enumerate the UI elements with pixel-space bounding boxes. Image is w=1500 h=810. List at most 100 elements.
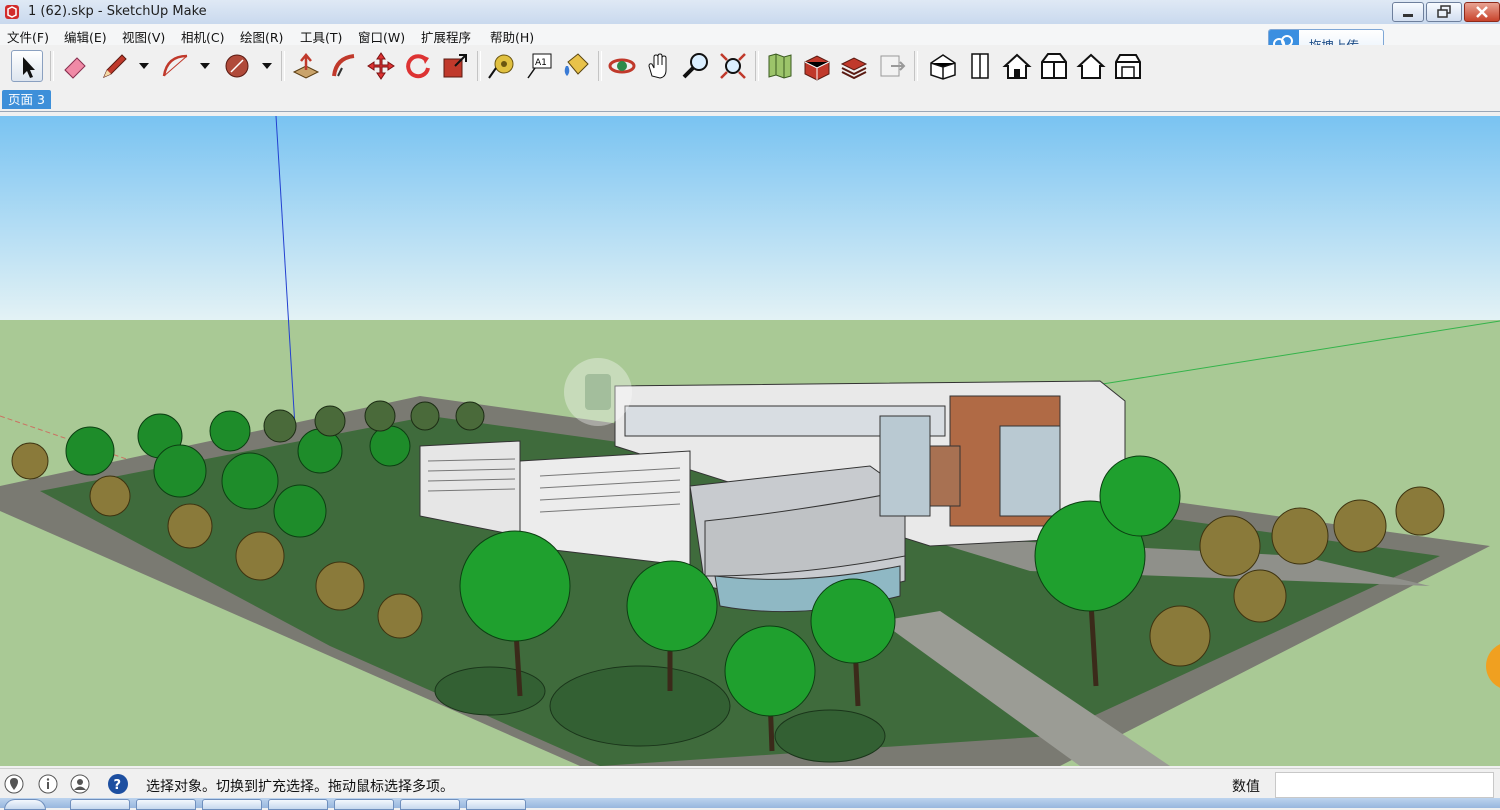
- scene-tab[interactable]: 页面 3: [2, 90, 51, 109]
- text-icon: A1: [527, 53, 552, 79]
- tape-measure-icon: [488, 54, 514, 79]
- right-view-icon: [1041, 53, 1067, 79]
- rotate-tool-button[interactable]: [402, 50, 434, 82]
- restore-icon: [1437, 5, 1451, 18]
- eraser-tool-button[interactable]: [59, 50, 91, 82]
- watermark-logo: [564, 358, 632, 426]
- move-tool-button[interactable]: [365, 50, 397, 82]
- pencil-icon: [103, 54, 127, 78]
- tape-measure-tool-button[interactable]: [486, 50, 518, 82]
- chevron-down-icon[interactable]: [260, 59, 274, 73]
- send-to-layout-button[interactable]: [876, 50, 908, 82]
- menu-file[interactable]: 文件(F): [7, 27, 49, 46]
- right-view-button[interactable]: [1038, 50, 1070, 82]
- toolbar-separator: [914, 51, 918, 81]
- taskbar-item[interactable]: [334, 799, 394, 810]
- measurements-label: 数值: [1232, 779, 1260, 795]
- scale-icon: [443, 54, 467, 78]
- shape-tool-button[interactable]: [221, 50, 253, 82]
- taskbar-item[interactable]: [466, 799, 526, 810]
- zoom-extents-tool-button[interactable]: [717, 50, 749, 82]
- 3d-warehouse-button[interactable]: [801, 50, 833, 82]
- menu-view[interactable]: 视图(V): [122, 27, 165, 46]
- taskbar-item[interactable]: [70, 799, 130, 810]
- zoom-tool-button[interactable]: [680, 50, 712, 82]
- top-view-button[interactable]: [964, 50, 996, 82]
- menu-help[interactable]: 帮助(H): [490, 27, 534, 46]
- measurements-input[interactable]: [1275, 772, 1494, 798]
- zoom-extents-icon: [720, 53, 746, 79]
- left-view-button[interactable]: [1112, 50, 1144, 82]
- push-pull-tool-button[interactable]: [290, 50, 322, 82]
- orbit-icon: [608, 58, 636, 74]
- lawn-circle: [434, 666, 546, 716]
- user-account-icon[interactable]: [70, 774, 90, 794]
- menu-window[interactable]: 窗口(W): [358, 27, 405, 46]
- left-view-icon: [1115, 54, 1141, 79]
- extension-warehouse-icon: [840, 57, 868, 80]
- orbit-tool-button[interactable]: [606, 50, 638, 82]
- sky: [0, 116, 1500, 320]
- extension-warehouse-button[interactable]: [838, 50, 870, 82]
- arc-tool-button[interactable]: [159, 50, 191, 82]
- top-view-icon: [971, 53, 989, 79]
- zoom-icon: [682, 53, 708, 79]
- toolbar-separator: [477, 51, 481, 81]
- scene-tab-bar: 页面 3: [0, 89, 1500, 112]
- follow-me-icon: [332, 54, 355, 77]
- back-view-button[interactable]: [1075, 50, 1107, 82]
- iso-view-button[interactable]: [927, 50, 959, 82]
- sketchup-app-icon: [5, 5, 19, 19]
- toolbar-separator: [50, 51, 54, 81]
- taskbar-item[interactable]: [400, 799, 460, 810]
- info-icon[interactable]: [38, 774, 58, 794]
- lawn-circle: [549, 665, 731, 747]
- menu-edit[interactable]: 编辑(E): [64, 27, 107, 46]
- geo-location-icon[interactable]: [4, 774, 24, 794]
- chevron-down-icon[interactable]: [198, 59, 212, 73]
- start-button[interactable]: [4, 799, 46, 810]
- menu-draw[interactable]: 绘图(R): [240, 27, 283, 46]
- close-button[interactable]: [1464, 2, 1500, 22]
- model-viewport[interactable]: [0, 116, 1500, 766]
- toolbar-separator: [598, 51, 602, 81]
- minimize-button[interactable]: [1392, 2, 1424, 22]
- front-view-icon: [1002, 53, 1032, 79]
- push-pull-icon: [292, 53, 320, 79]
- select-icon: [23, 57, 35, 78]
- svg-text:A1: A1: [535, 58, 547, 68]
- 3d-warehouse-icon: [804, 55, 830, 81]
- help-icon[interactable]: ?: [107, 773, 129, 795]
- rotate-icon: [406, 54, 430, 79]
- pencil-tool-button[interactable]: [98, 50, 130, 82]
- toolbar-separator: [755, 51, 759, 81]
- chevron-down-icon[interactable]: [137, 59, 151, 73]
- lawn-circle: [774, 709, 886, 763]
- front-view-button[interactable]: [1001, 50, 1033, 82]
- paint-bucket-tool-button[interactable]: [560, 50, 592, 82]
- follow-me-tool-button[interactable]: [328, 50, 360, 82]
- select-tool-button[interactable]: [11, 50, 43, 82]
- svg-text:?: ?: [114, 778, 122, 793]
- restore-button[interactable]: [1426, 2, 1462, 22]
- menu-tools[interactable]: 工具(T): [300, 27, 342, 46]
- status-bar: ? 选择对象。切换到扩充选择。拖动鼠标选择多项。 数值: [0, 768, 1500, 799]
- scale-tool-button[interactable]: [439, 50, 471, 82]
- menu-extensions[interactable]: 扩展程序: [421, 27, 471, 46]
- window-title: 1 (62).skp - SketchUp Make: [28, 4, 207, 19]
- title-bar: 1 (62).skp - SketchUp Make: [0, 0, 1500, 25]
- scene-drawing: [0, 116, 1500, 766]
- pan-icon: [648, 53, 667, 79]
- toolbar-separator: [281, 51, 285, 81]
- paint-bucket-icon: [564, 53, 589, 76]
- add-location-button[interactable]: [764, 50, 796, 82]
- status-message: 选择对象。切换到扩充选择。拖动鼠标选择多项。: [146, 779, 454, 795]
- taskbar-item[interactable]: [202, 799, 262, 810]
- arc-icon: [162, 54, 188, 77]
- pan-tool-button[interactable]: [643, 50, 675, 82]
- menu-camera[interactable]: 相机(C): [181, 27, 224, 46]
- close-icon: [1476, 6, 1488, 18]
- text-tool-button[interactable]: A1: [523, 50, 555, 82]
- taskbar-item[interactable]: [268, 799, 328, 810]
- taskbar-item[interactable]: [136, 799, 196, 810]
